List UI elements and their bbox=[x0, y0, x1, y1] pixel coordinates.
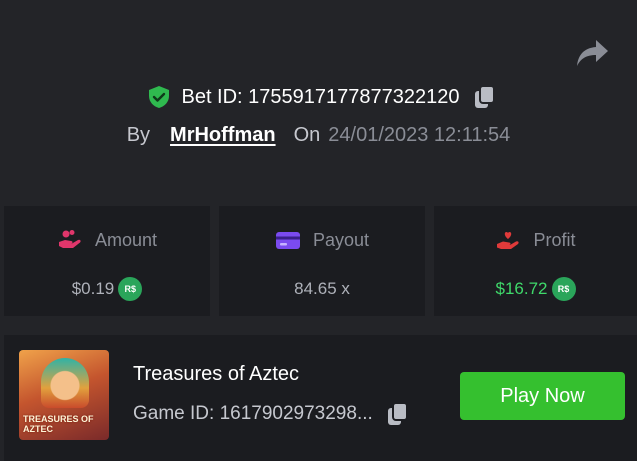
game-id-row: Game ID: 1617902973298... bbox=[133, 401, 411, 427]
amount-label: Amount bbox=[94, 229, 158, 250]
copy-icon[interactable] bbox=[385, 401, 411, 427]
amount-value: $0.19 bbox=[71, 279, 115, 298]
game-card: TREASURES OF AZTEC Treasures of Aztec Ga… bbox=[4, 335, 637, 461]
credit-card-icon bbox=[275, 232, 300, 249]
bet-datetime: 24/01/2023 12:11:54 bbox=[328, 123, 511, 146]
bet-id-row: Bet ID: 1755917177877322120 bbox=[0, 82, 637, 112]
on-label: On bbox=[293, 123, 321, 146]
share-icon[interactable] bbox=[574, 36, 610, 70]
by-label: By bbox=[126, 123, 151, 146]
shield-check-icon bbox=[149, 86, 170, 108]
payout-card: Payout 84.65 x bbox=[219, 206, 425, 316]
payout-value: 84.65 x bbox=[294, 279, 350, 298]
payout-label: Payout bbox=[312, 229, 370, 250]
currency-badge: R$ bbox=[118, 277, 143, 301]
hand-coins-icon bbox=[58, 230, 81, 248]
aztec-figure-graphic bbox=[41, 358, 89, 408]
profit-value: $16.72 bbox=[495, 279, 548, 298]
profit-card: Profit $16.72 R$ bbox=[434, 206, 637, 316]
currency-badge: R$ bbox=[551, 277, 576, 301]
hand-heart-icon bbox=[497, 232, 520, 249]
username-link[interactable]: MrHoffman bbox=[170, 124, 276, 147]
play-now-button[interactable]: Play Now bbox=[460, 372, 625, 420]
game-id: Game ID: 1617902973298... bbox=[133, 403, 373, 424]
copy-icon[interactable] bbox=[472, 84, 498, 110]
author-row: By MrHoffman On 24/01/2023 12:11:54 bbox=[0, 120, 637, 150]
game-name: Treasures of Aztec bbox=[133, 363, 299, 385]
bet-id-label: Bet ID: 1755917177877322120 bbox=[181, 85, 460, 108]
game-thumbnail[interactable]: TREASURES OF AZTEC bbox=[19, 350, 109, 440]
amount-card: Amount $0.19 R$ bbox=[4, 206, 210, 316]
thumbnail-title: TREASURES OF AZTEC bbox=[23, 414, 94, 434]
profit-label: Profit bbox=[533, 229, 576, 250]
